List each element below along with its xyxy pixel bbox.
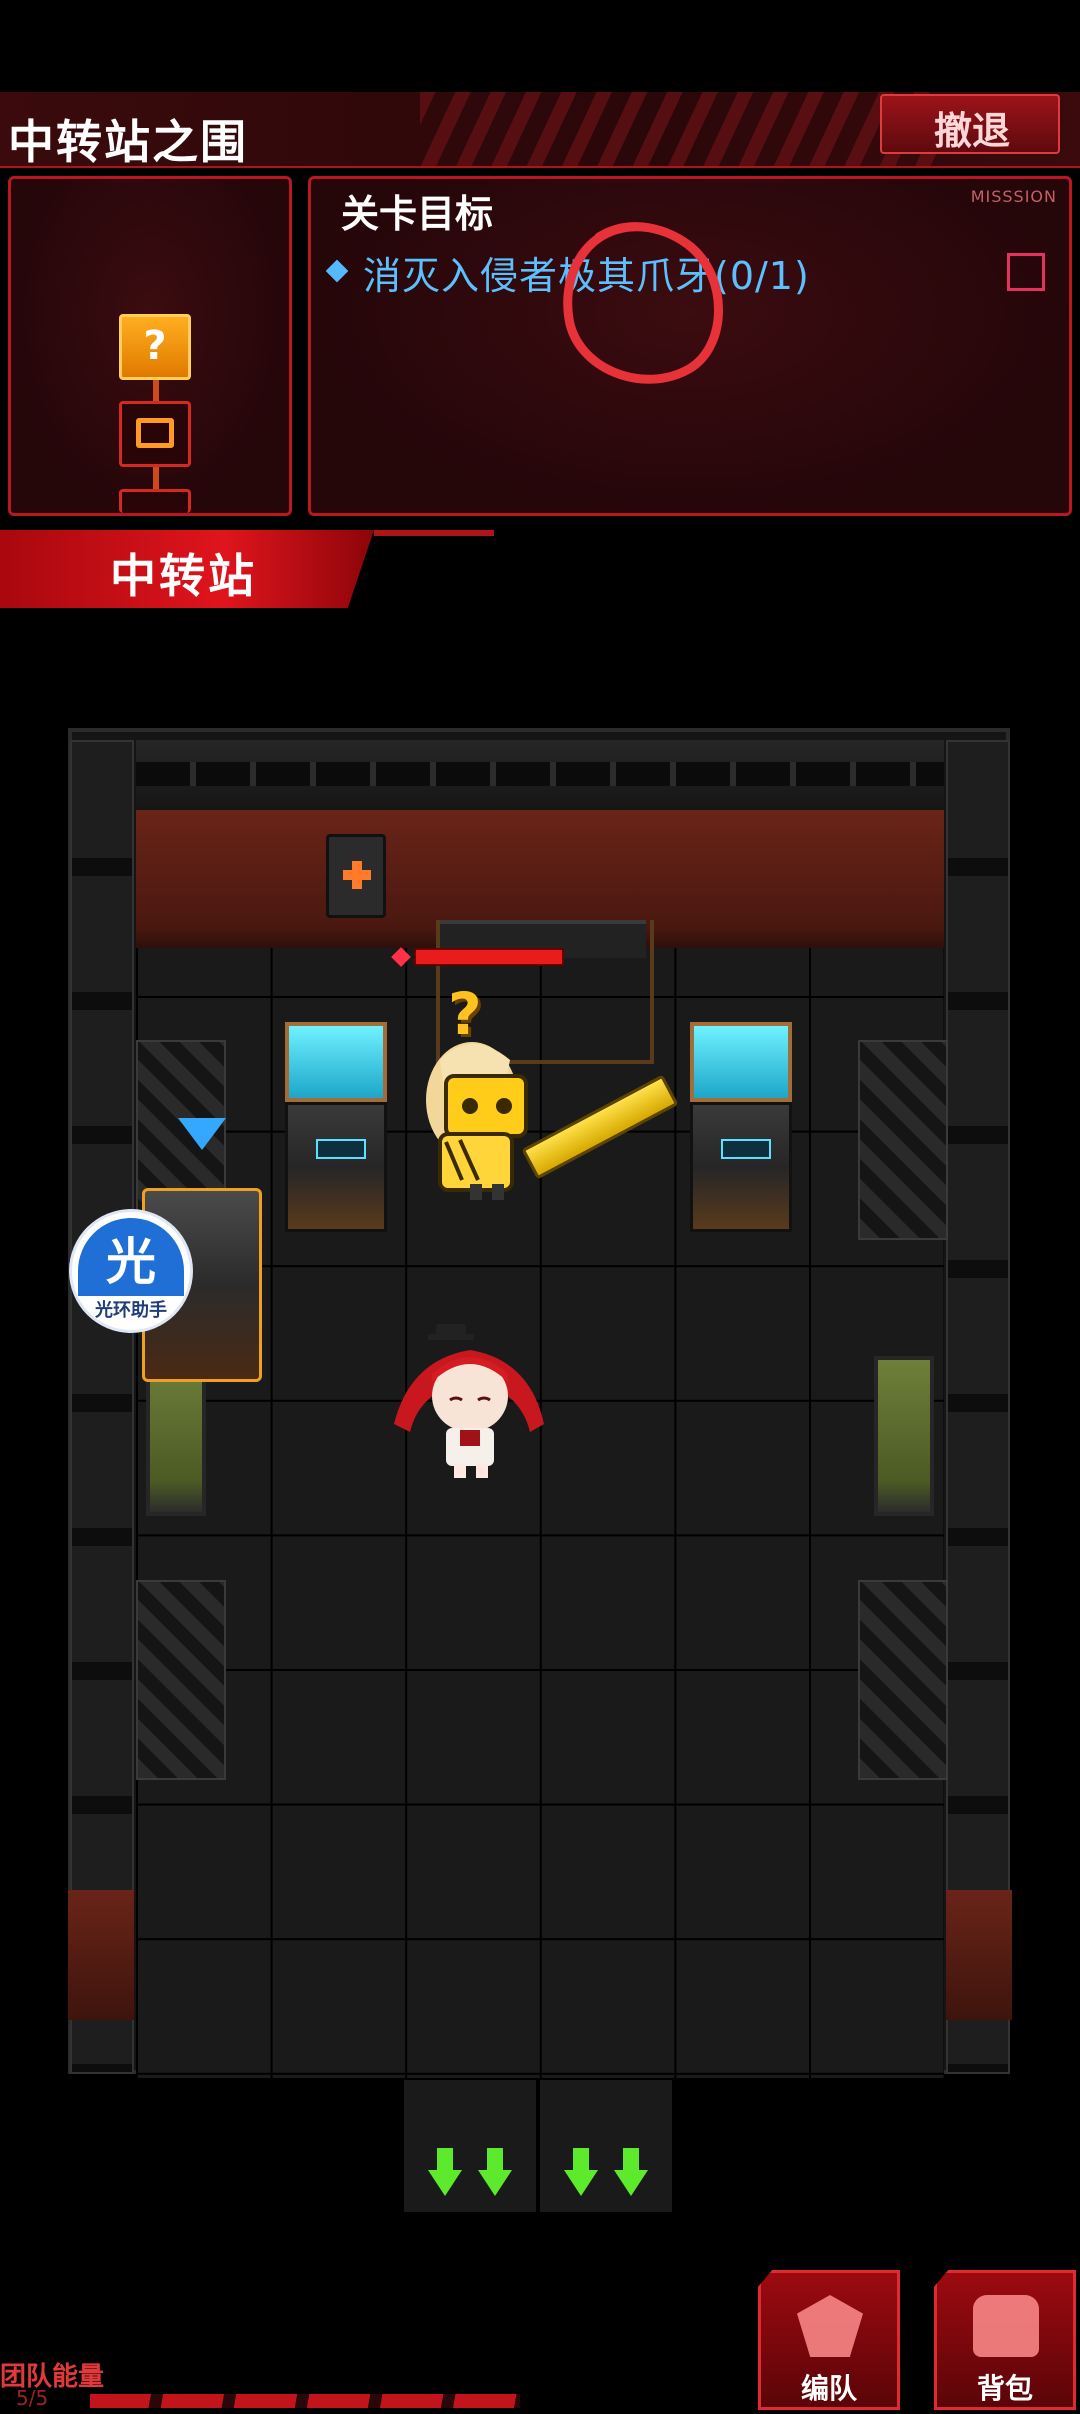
enemy-health-bar: [414, 948, 564, 966]
assistant-glyph: 光: [106, 1233, 156, 1291]
terminal-screen: [690, 1022, 792, 1102]
enemy-character[interactable]: [400, 1030, 580, 1200]
stage-banner-label: 中转站: [110, 549, 257, 603]
exit-arrow-down-icon: [478, 2148, 512, 2198]
exit-divider: [536, 2080, 540, 2212]
left-wall-panel: [68, 1890, 134, 2020]
question-mark-icon: ?: [143, 323, 167, 369]
exit-arrow-down-icon: [614, 2148, 648, 2198]
terminal-right[interactable]: [690, 1022, 792, 1232]
retreat-button-label: 撤退: [933, 109, 1010, 153]
diamond-bullet-icon: [325, 259, 349, 283]
stage-banner: 中转站: [0, 530, 374, 608]
medkit-wall-box[interactable]: [326, 834, 386, 918]
mission-panel: 关卡目标 MISSSION 消灭入侵者极其爪牙(0/1): [308, 176, 1072, 516]
team-icon: [797, 2295, 863, 2357]
right-wall-panel: [946, 1890, 1012, 2020]
red-circle-annotation: [563, 222, 723, 384]
objective-checkbox: [1007, 253, 1045, 291]
team-formation-button[interactable]: 编队: [758, 2270, 900, 2410]
stage-banner-underline: [374, 530, 494, 536]
mission-tag: MISSSION: [970, 187, 1057, 206]
backpack-label: 背包: [976, 2372, 1033, 2405]
stage-title: 中转站之围: [8, 115, 248, 169]
player-character[interactable]: [380, 1320, 560, 1480]
medical-cross-icon: [343, 861, 371, 889]
backpack-button[interactable]: 背包: [934, 2270, 1076, 2410]
room-top-wall: [136, 740, 944, 810]
minimap-link: [153, 467, 159, 489]
terminal-body: [690, 1102, 792, 1232]
minimap-panel[interactable]: ?: [8, 176, 292, 516]
chest-icon: [136, 418, 174, 448]
right-wall: [946, 740, 1010, 2074]
exit-arrow-down-icon: [428, 2148, 462, 2198]
team-energy-bar: [90, 2394, 520, 2408]
assistant-label: 光环助手: [95, 1300, 167, 1321]
terminal-left[interactable]: [285, 1022, 387, 1232]
stairs-left-lower: [136, 1580, 226, 1780]
planter-right: [874, 1356, 934, 1516]
mission-title: 关卡目标: [341, 192, 494, 236]
minimap-link: [153, 380, 159, 402]
minimap-node-next[interactable]: [119, 489, 191, 513]
terminal-body: [285, 1102, 387, 1232]
exit-arrow-down-icon: [564, 2148, 598, 2198]
minimap-node-chest[interactable]: [119, 401, 191, 467]
stairs-right-upper: [858, 1040, 948, 1240]
team-formation-label: 编队: [800, 2372, 857, 2405]
stairs-right-lower: [858, 1580, 948, 1780]
backpack-icon: [973, 2295, 1039, 2357]
team-energy-count: 5/5: [16, 2386, 49, 2410]
terminal-screen: [285, 1022, 387, 1102]
left-wall: [70, 740, 134, 2074]
minimap-node-unknown[interactable]: ?: [119, 314, 191, 380]
target-marker-icon: [178, 1118, 226, 1150]
retreat-button[interactable]: 撤退: [880, 94, 1060, 154]
halo-assistant-button[interactable]: 光 光环助手: [72, 1212, 190, 1330]
